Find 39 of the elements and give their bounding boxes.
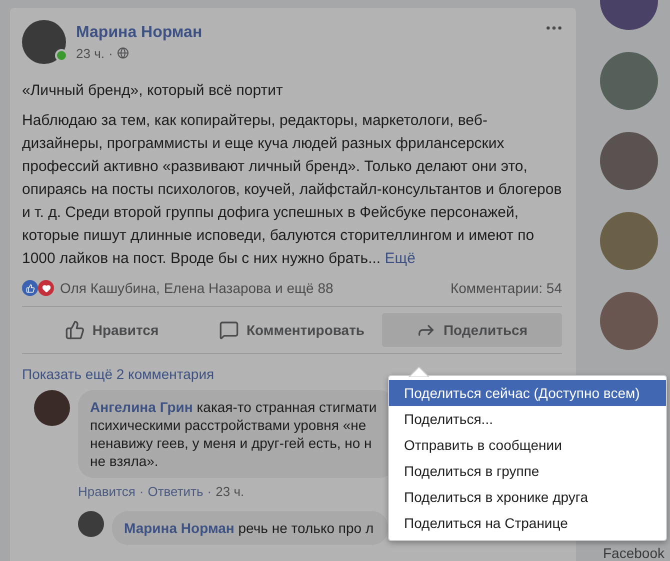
reactions-summary[interactable]: Оля Кашубина, Елена Назарова и ещё 88 [60, 280, 334, 296]
post-text: Наблюдаю за тем, как копирайтеры, редакторы, маркетологи, веб-дизайнеры, программисты и еще куча людей разных фрилансерских профессий активно «развивают личный бренд». Только делают они это, опираясь на посты психологов, коучей, лайфстайл-консультантов и блогеров и т. д. Среди второй группы дофига успешных в Фейсбуке персонажей, которые пишут длинные исповеди, балуются сторителлингом и имеют по 1000 лайков на пост. Вроде бы с них нужно брать... Ещё [22, 111, 563, 269]
post-title: «Личный бренд», который всё портит [22, 82, 284, 99]
comment-line: Ангелина Грин какая-то странная стигмати [90, 398, 378, 416]
love-reaction-icon [38, 280, 54, 296]
menu-item[interactable]: Поделиться на Странице [389, 510, 666, 536]
thumbs-up-icon [65, 320, 86, 340]
author-name[interactable]: Марина Норман [76, 24, 202, 40]
comment-line: не взяла». [90, 452, 160, 470]
avatar[interactable] [22, 20, 66, 64]
comment-line: психическими расстройствами уровня «не [90, 416, 368, 434]
post-time[interactable]: 23 ч. [76, 46, 104, 60]
menu-item[interactable]: Поделиться... [389, 406, 666, 432]
show-more-comments-link[interactable]: Показать ещё 2 комментария [22, 366, 562, 382]
menu-item[interactable]: Отправить в сообщении [389, 432, 666, 458]
footer-link[interactable]: Facebook [603, 545, 664, 561]
comments-count[interactable]: Комментарии: 54 [450, 280, 562, 296]
menu-item[interactable]: Поделиться в группе [389, 458, 666, 484]
commenter-name[interactable]: Ангелина Грин [90, 399, 193, 415]
separator-dot: · [108, 46, 113, 60]
menu-item[interactable]: Поделиться сейчас (Доступно всем) [389, 380, 666, 406]
separator-dot: · [207, 484, 212, 499]
see-more-link[interactable]: Ещё [384, 250, 416, 267]
separator-dot: · [139, 484, 144, 499]
like-reaction-icon [22, 280, 38, 296]
comment-line: ненавижу геев, у меня и друг-гей есть, но н [90, 434, 373, 452]
like-button[interactable]: Нравится [22, 313, 202, 347]
share-button[interactable]: Поделиться [382, 313, 562, 347]
comment-action-link[interactable]: Ответить [148, 484, 204, 499]
speech-bubble-icon [219, 320, 240, 340]
globe-icon [116, 47, 129, 59]
avatar[interactable] [34, 390, 70, 426]
comment-time: 23 ч. [216, 484, 244, 499]
comment-button[interactable]: Комментировать [202, 313, 382, 347]
commenter-name[interactable]: Марина Норман [124, 520, 234, 536]
menu-item[interactable]: Поделиться в хронике друга [389, 484, 666, 510]
comment-action-link[interactable]: Нравится [78, 484, 136, 499]
avatar[interactable] [78, 511, 104, 537]
comment-line: Марина Норман речь не только про л [124, 519, 375, 537]
